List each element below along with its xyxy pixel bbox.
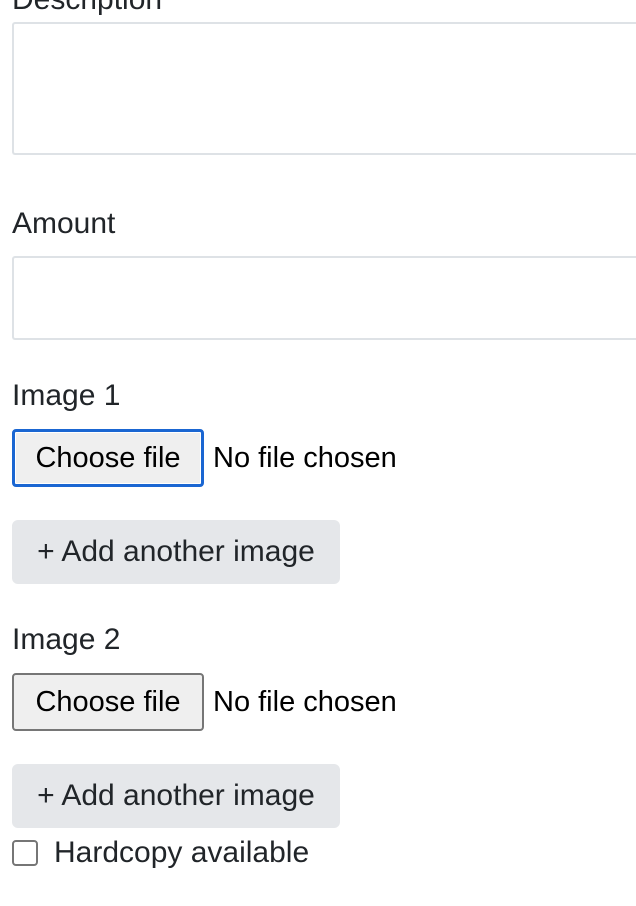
- amount-input[interactable]: [12, 256, 636, 340]
- image-1-file-input[interactable]: Choose file No file chosen: [12, 429, 397, 487]
- image-2-file-status: No file chosen: [213, 685, 397, 718]
- image-1-choose-file-button[interactable]: Choose file: [12, 429, 204, 487]
- description-label: Description: [12, 0, 162, 18]
- image-2-file-input[interactable]: Choose file No file chosen: [12, 673, 397, 731]
- hardcopy-label[interactable]: Hardcopy available: [54, 836, 309, 870]
- description-textarea[interactable]: [12, 22, 636, 155]
- image-2-choose-file-button[interactable]: Choose file: [12, 673, 204, 731]
- image-1-file-status: No file chosen: [213, 441, 397, 474]
- image-1-label: Image 1: [12, 379, 121, 412]
- expense-form: Description Amount Image 1 Choose file N…: [0, 0, 636, 906]
- hardcopy-checkbox[interactable]: [12, 840, 38, 866]
- image-2-label: Image 2: [12, 623, 121, 656]
- add-another-image-button-1[interactable]: + Add another image: [12, 520, 340, 584]
- add-another-image-button-2[interactable]: + Add another image: [12, 764, 340, 828]
- amount-label: Amount: [12, 207, 116, 240]
- hardcopy-checkbox-row[interactable]: Hardcopy available: [12, 833, 309, 873]
